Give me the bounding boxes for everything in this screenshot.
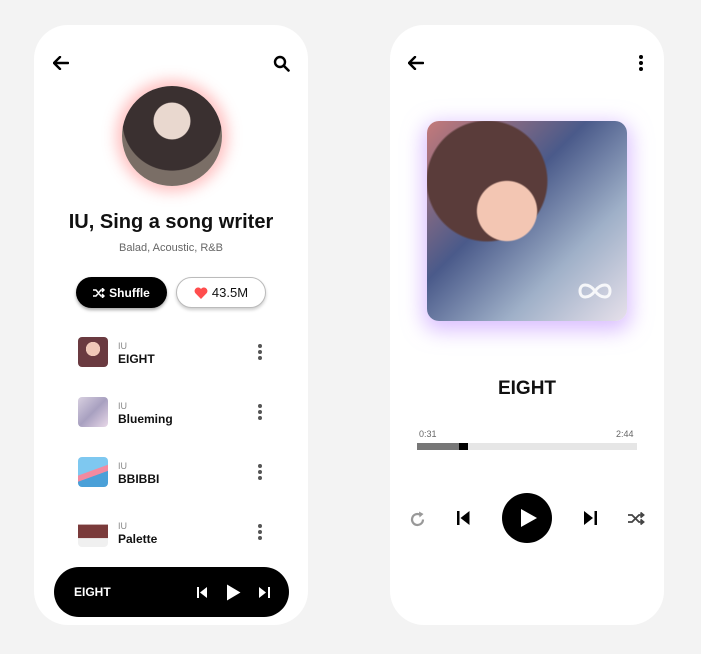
play-icon[interactable] (222, 581, 244, 603)
more-options-icon[interactable] (254, 402, 266, 424)
song-title: EIGHT (497, 378, 557, 399)
progress-handle[interactable] (458, 443, 468, 450)
artist-name: IU, Sing a song writer (68, 211, 274, 233)
search-icon[interactable] (271, 53, 291, 73)
mini-player[interactable]: EIGHT (54, 567, 289, 617)
more-options-icon[interactable] (254, 342, 266, 364)
track-thumbnail (78, 517, 108, 547)
shuffle-icon[interactable] (626, 509, 646, 527)
track-title: EIGHT (118, 352, 155, 366)
like-count: 43.5M (211, 285, 249, 300)
back-arrow-icon[interactable] (406, 54, 426, 72)
play-icon (521, 509, 537, 527)
next-icon[interactable] (581, 509, 599, 527)
album-cover (427, 121, 627, 321)
track-title: Palette (118, 532, 158, 546)
mini-player-title: EIGHT (74, 585, 111, 599)
track-thumbnail (78, 337, 108, 367)
repeat-icon[interactable] (407, 509, 427, 529)
shuffle-label: Shuffle (109, 285, 150, 300)
artist-screen: IU, Sing a song writer Balad, Acoustic, … (34, 25, 308, 625)
total-duration: 2:44 (616, 429, 634, 439)
next-icon[interactable] (256, 584, 272, 600)
previous-icon[interactable] (454, 509, 472, 527)
track-row[interactable]: IU Blueming (78, 397, 268, 429)
track-row[interactable]: IU BBIBBI (78, 457, 268, 489)
more-options-icon[interactable] (254, 462, 266, 484)
like-button[interactable]: 43.5M (176, 277, 266, 308)
play-button[interactable] (502, 493, 552, 543)
shuffle-icon (93, 287, 106, 298)
track-row[interactable]: IU EIGHT (78, 337, 268, 369)
previous-icon[interactable] (194, 584, 210, 600)
artist-avatar (122, 86, 222, 186)
track-artist: IU (118, 461, 127, 471)
heart-icon (194, 286, 208, 299)
player-screen: EIGHT 0:31 2:44 (390, 25, 664, 625)
track-artist: IU (118, 341, 127, 351)
more-options-icon[interactable] (254, 522, 266, 544)
back-arrow-icon[interactable] (51, 54, 71, 72)
track-row[interactable]: IU Palette (78, 517, 268, 549)
track-thumbnail (78, 457, 108, 487)
track-title: Blueming (118, 412, 173, 426)
shuffle-button[interactable]: Shuffle (76, 277, 167, 308)
track-thumbnail (78, 397, 108, 427)
infinity-logo-icon (578, 283, 612, 299)
progress-fill (417, 443, 459, 450)
artist-genres: Balad, Acoustic, R&B (119, 242, 223, 254)
track-artist: IU (118, 521, 127, 531)
more-options-icon[interactable] (635, 53, 647, 73)
track-artist: IU (118, 401, 127, 411)
elapsed-time: 0:31 (419, 429, 437, 439)
track-title: BBIBBI (118, 472, 160, 486)
progress-bar[interactable] (417, 443, 637, 450)
